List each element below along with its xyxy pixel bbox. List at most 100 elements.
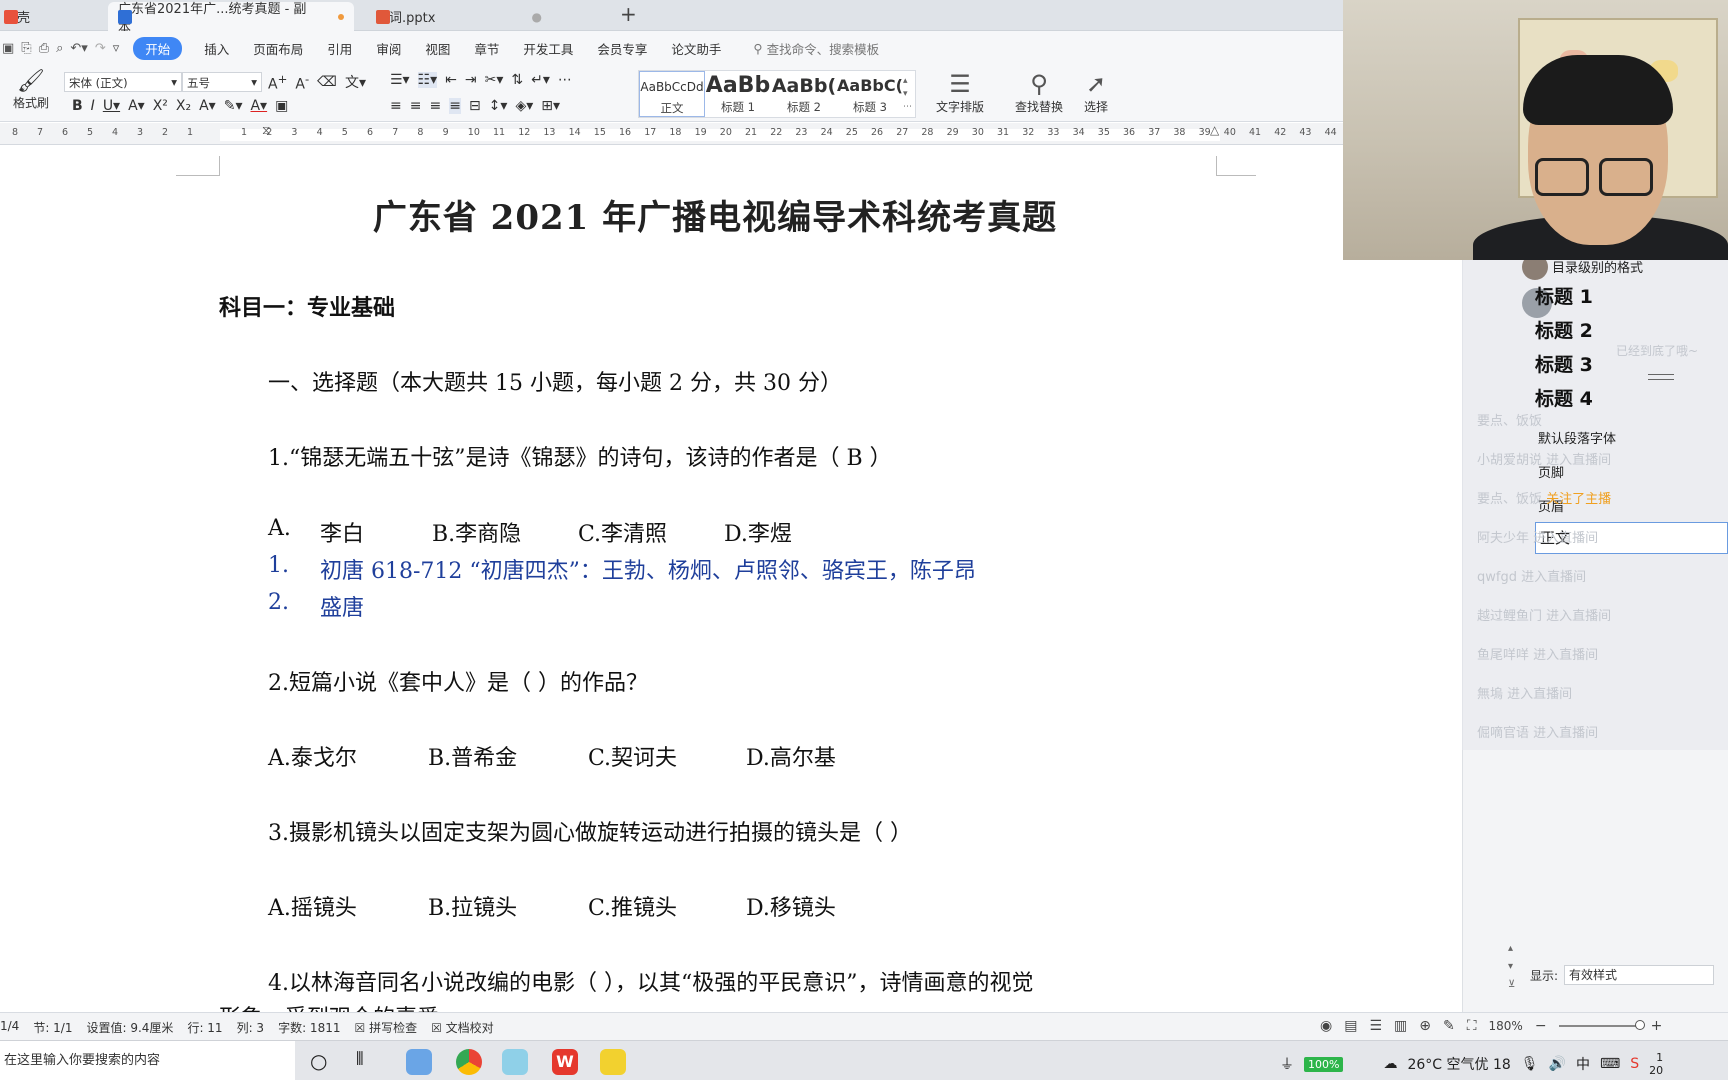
menu-developer[interactable]: 开发工具 xyxy=(511,39,585,58)
multitask-icon[interactable]: ⫴ xyxy=(356,1049,364,1070)
print-icon[interactable]: ⎙ xyxy=(39,41,49,56)
align-right-icon[interactable]: ≡ xyxy=(429,98,441,114)
find-replace-button[interactable]: ⚲ 查找替换 xyxy=(1006,70,1072,115)
music-app-icon[interactable] xyxy=(600,1049,626,1075)
zoom-knob[interactable] xyxy=(1634,1020,1645,1030)
zoom-level[interactable]: 180% xyxy=(1489,1019,1523,1033)
more-icon[interactable]: ▿ xyxy=(113,41,120,56)
grow-font-icon[interactable]: A+ xyxy=(268,72,287,93)
menu-view[interactable]: 视图 xyxy=(413,39,462,58)
fit-page-icon[interactable]: ⛶ xyxy=(1467,1018,1477,1034)
highlight-icon[interactable]: ✎▾ xyxy=(224,98,243,114)
numbered-list-icon[interactable]: ☷▾ xyxy=(417,72,438,88)
style-item-heading4[interactable]: 标题 4 xyxy=(1535,382,1728,416)
style-item-default-font[interactable]: 默认段落字体 xyxy=(1538,428,1616,447)
menu-member[interactable]: 会员专享 xyxy=(585,39,659,58)
distribute-icon[interactable]: ⊟ xyxy=(469,98,481,114)
shrink-font-icon[interactable]: A- xyxy=(295,72,309,93)
pinyin-icon[interactable]: 文▾ xyxy=(345,72,366,92)
style-heading2[interactable]: AaBb( 标题 2 xyxy=(771,71,837,117)
outline-view-icon[interactable]: ☰ xyxy=(1369,1018,1382,1034)
save-icon[interactable]: ▣ xyxy=(2,41,14,56)
show-select[interactable]: 有效样式 xyxy=(1564,965,1715,985)
menu-thesis[interactable]: 论文助手 xyxy=(659,39,733,58)
proofread-toggle[interactable]: ☒ 文档校对 xyxy=(431,1019,494,1036)
bold-icon[interactable]: B xyxy=(72,98,83,114)
preview-icon[interactable]: ⌕ xyxy=(56,41,63,56)
app-icon[interactable] xyxy=(502,1049,528,1075)
sort-icon[interactable]: ⇅ xyxy=(511,72,523,88)
status-words[interactable]: 字数: 1811 xyxy=(278,1019,340,1036)
style-heading1[interactable]: AaBb 标题 1 xyxy=(705,71,771,117)
taskbar-search[interactable]: 在这里输入你要搜索的内容 xyxy=(0,1041,295,1080)
plug-icon[interactable]: ⏚ xyxy=(1280,1054,1294,1074)
ime-icon[interactable]: 中 xyxy=(1576,1054,1590,1074)
style-item-heading1[interactable]: 标题 1 xyxy=(1535,280,1728,314)
menu-insert[interactable]: 插入 xyxy=(192,39,241,58)
reading-view-icon[interactable]: ▥ xyxy=(1394,1018,1407,1034)
page-view-icon[interactable]: ▤ xyxy=(1344,1018,1357,1034)
task-view-icon[interactable]: ○ xyxy=(310,1049,327,1073)
tab-stops-icon[interactable]: ⋯ xyxy=(558,72,572,88)
bullet-list-icon[interactable]: ☰▾ xyxy=(390,72,410,88)
status-setting[interactable]: 设置值: 9.4厘米 xyxy=(86,1019,173,1036)
output-icon[interactable]: ⎘ xyxy=(21,41,31,56)
justify-icon[interactable]: ≡ xyxy=(449,98,461,114)
select-button[interactable]: ➚ 选择 xyxy=(1076,70,1116,115)
explorer-icon[interactable] xyxy=(406,1049,432,1075)
show-marks-icon[interactable]: ↵▾ xyxy=(531,72,550,88)
zoom-in-icon[interactable]: + xyxy=(1651,1018,1663,1034)
align-left-icon[interactable]: ≡ xyxy=(390,98,402,114)
keyboard-icon[interactable]: ⌨ xyxy=(1600,1056,1620,1072)
panel-scroll-icon[interactable]: ▴ ▾ ⊻ xyxy=(1508,940,1515,994)
char-border-icon[interactable]: ▣ xyxy=(275,98,288,114)
eye-protection-icon[interactable]: ◉ xyxy=(1320,1018,1332,1034)
menu-page-layout[interactable]: 页面布局 xyxy=(241,39,315,58)
mic-icon[interactable]: 🎙 xyxy=(1521,1056,1539,1072)
wps-icon[interactable]: W xyxy=(552,1049,578,1075)
menu-chapter[interactable]: 章节 xyxy=(462,39,511,58)
chrome-icon[interactable] xyxy=(456,1049,482,1075)
indent-marker-icon[interactable]: ⧖ xyxy=(262,123,270,138)
tab-pptx[interactable]: 诗词.pptx ● xyxy=(366,2,602,31)
style-heading3[interactable]: AaBbC( 标题 3 xyxy=(837,71,903,117)
style-gallery-scroll[interactable]: ▴ ▾ ⋯ xyxy=(903,71,915,117)
new-tab-icon[interactable]: + xyxy=(620,2,637,26)
weather-text[interactable]: 26°C 空气优 18 xyxy=(1407,1054,1510,1074)
strikethrough-icon[interactable]: A▾ xyxy=(128,98,145,114)
tab-document[interactable]: 广东省2021年广...统考真题 - 副本 xyxy=(108,2,354,36)
zoom-out-icon[interactable]: − xyxy=(1535,1018,1547,1034)
format-painter-button[interactable]: 🖌 格式刷 xyxy=(8,70,54,111)
close-tab-icon[interactable]: ● xyxy=(531,10,541,24)
font-size-select[interactable]: 五号 ▾ xyxy=(182,72,262,92)
clock[interactable]: 1 20 xyxy=(1649,1051,1663,1077)
undo-icon[interactable]: ↶▾ xyxy=(70,41,87,56)
web-view-icon[interactable]: ⊕ xyxy=(1419,1018,1431,1034)
italic-icon[interactable]: I xyxy=(91,98,95,114)
decrease-indent-icon[interactable]: ⇤ xyxy=(445,72,457,88)
clear-format-icon[interactable]: ⌫ xyxy=(317,74,337,90)
superscript-icon[interactable]: X² xyxy=(153,98,168,114)
spell-check-toggle[interactable]: ☒ 拼写检查 xyxy=(354,1019,417,1036)
align-center-icon[interactable]: ≡ xyxy=(410,98,422,114)
tab-daoke[interactable]: 稻壳 xyxy=(0,2,40,31)
wps-tray-icon[interactable]: S xyxy=(1630,1056,1639,1072)
menu-references[interactable]: 引用 xyxy=(315,39,364,58)
status-section[interactable]: 节: 1/1 xyxy=(33,1019,72,1036)
line-spacing-icon[interactable]: ↕▾ xyxy=(489,98,508,114)
zoom-slider[interactable] xyxy=(1558,1020,1645,1030)
underline-icon[interactable]: U▾ xyxy=(103,98,120,114)
increase-indent-icon[interactable]: ⇥ xyxy=(465,72,477,88)
status-page[interactable]: 1/4 xyxy=(0,1019,19,1036)
horizontal-ruler[interactable]: 87654321 1 2 3 4 5 6 7 8 9 10 11 12 13 14 15 16 17 18 19 20… xyxy=(0,123,1345,145)
subscript-icon[interactable]: X₂ xyxy=(176,98,191,114)
menu-review[interactable]: 审阅 xyxy=(364,39,413,58)
text-layout-button[interactable]: ☰ 文字排版 xyxy=(928,70,992,115)
speaker-icon[interactable]: 🔊 xyxy=(1549,1056,1566,1072)
menu-start[interactable]: 开始 xyxy=(133,37,183,60)
right-indent-marker-icon[interactable]: △ xyxy=(1210,123,1219,137)
write-mode-icon[interactable]: ✎ xyxy=(1443,1018,1455,1034)
chinese-layout-icon[interactable]: ✂▾ xyxy=(485,72,504,88)
panel-grip-icon[interactable] xyxy=(1648,374,1674,380)
battery-indicator[interactable]: 100% xyxy=(1304,1056,1344,1072)
